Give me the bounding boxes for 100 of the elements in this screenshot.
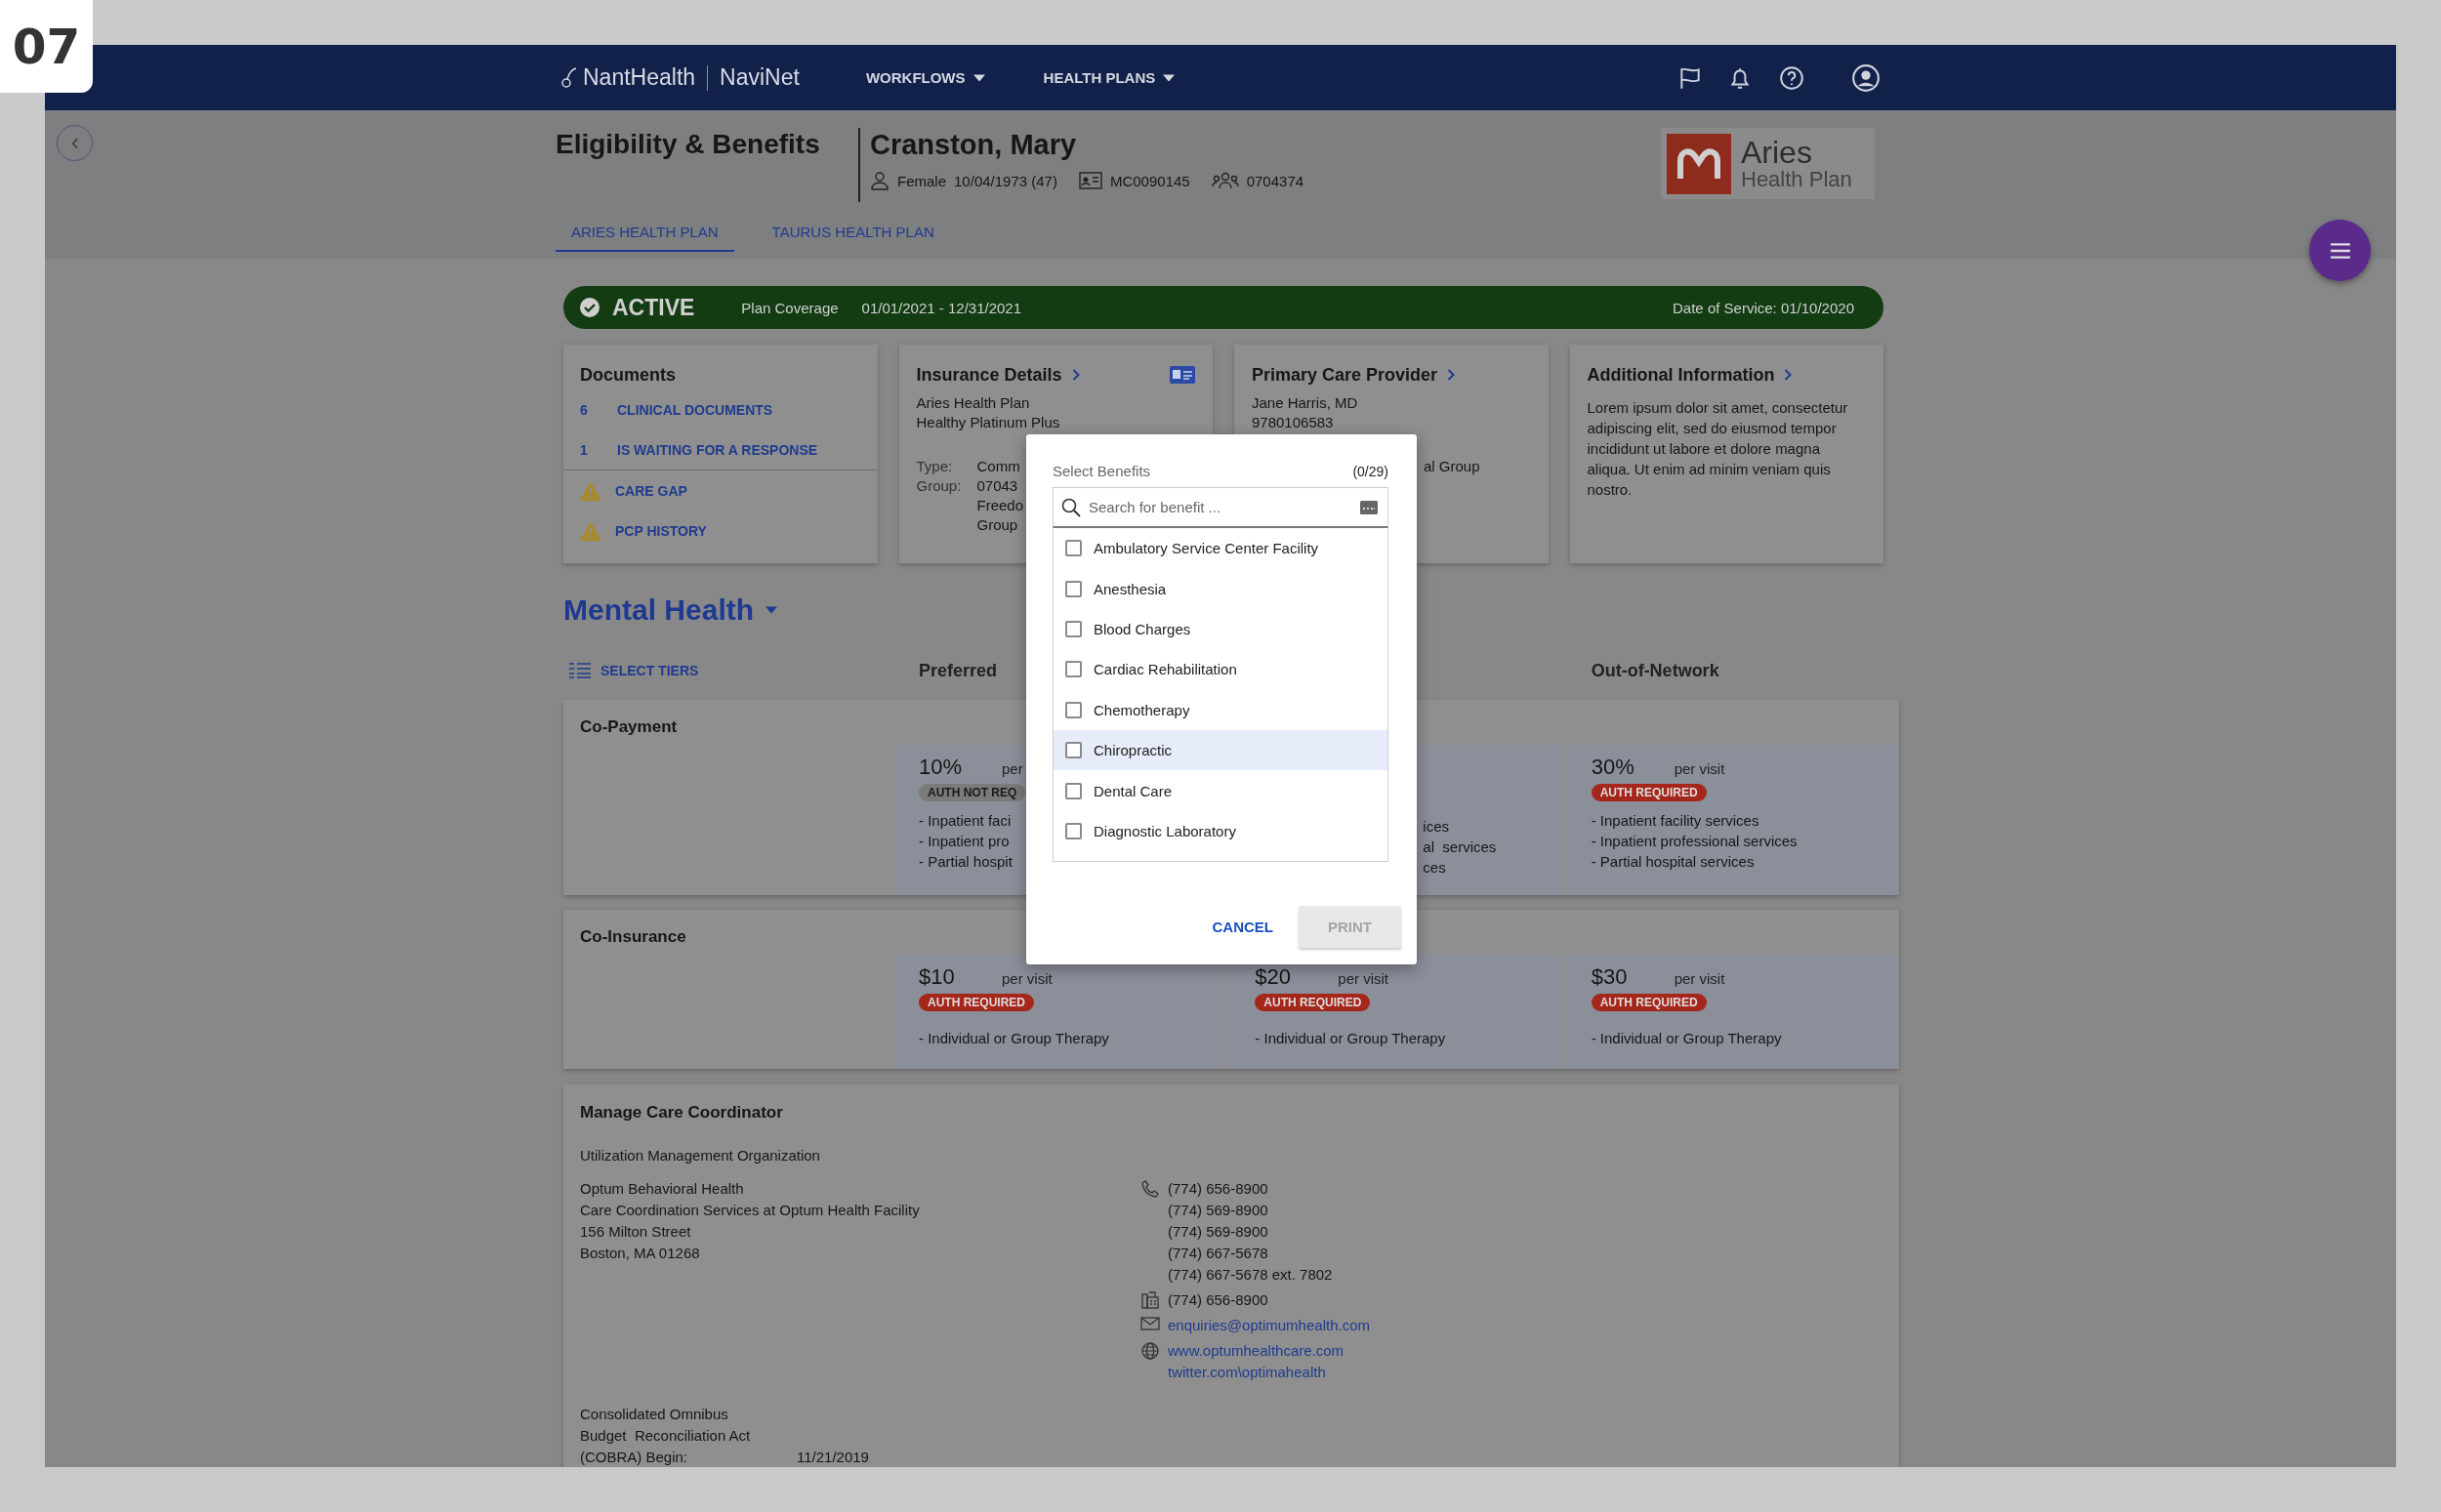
provider-detail: al Group (1424, 457, 1481, 476)
benefit-option[interactable]: Ambulatory Service Center Facility (1054, 528, 1387, 569)
service-item: - Inpatient professional services (1591, 832, 1798, 851)
benefit-option[interactable]: Blood Charges (1054, 608, 1387, 650)
service-item: ces (1423, 858, 1446, 878)
search-field[interactable]: Search for benefit ... (1053, 487, 1388, 528)
brand-name: NantHealth (583, 64, 696, 91)
id-card-icon[interactable] (1170, 366, 1195, 384)
slide-number: 07 (0, 0, 93, 93)
user-icon[interactable] (1852, 63, 1880, 92)
search-input[interactable]: Search for benefit ... (1087, 498, 1354, 516)
checkbox[interactable] (1065, 701, 1082, 718)
group-icon (1211, 172, 1239, 189)
benefit-amount: $30 (1591, 964, 1629, 990)
checkbox[interactable] (1065, 661, 1082, 678)
service-item: - Partial hospit (919, 852, 1013, 872)
keyboard-icon[interactable] (1360, 500, 1378, 514)
card-title[interactable]: Primary Care Provider (1252, 364, 1438, 386)
benefit-label: Co-Insurance (580, 927, 686, 946)
coverage-label: Plan Coverage (741, 299, 839, 316)
field-value: Freedo (976, 496, 1024, 515)
service-item: - Inpatient faci (919, 811, 1012, 831)
card-title: Manage Care Coordinator (580, 1102, 783, 1124)
list-icon (569, 663, 591, 678)
id-card-icon (1078, 172, 1102, 189)
address-line: Boston, MA 01268 (580, 1244, 701, 1263)
field-value: Group (976, 515, 1019, 535)
benefit-unit: per visit (1674, 970, 1725, 987)
document-link[interactable]: PCP HISTORY (615, 522, 707, 539)
person-icon (870, 171, 890, 190)
info-text: Lorem ipsum dolor sit amet, consectetur adipiscing elit, sed do eiusmod tempor incididunt ut labore et dolore magna aliqua. Ut enim ad minim veniam quis nostro. (1587, 398, 1849, 500)
provider-detail: 9780106583 (1252, 413, 1335, 432)
coverage-dates: 01/01/2021 - 12/31/2021 (861, 299, 1022, 316)
contact-number: (774) 667-5678 (1168, 1244, 1269, 1263)
plan-detail: Healthy Platinum Plus (916, 413, 1061, 432)
address-line: Optum Behavioral Health (580, 1179, 745, 1199)
check-circle-icon (579, 297, 600, 318)
checkbox[interactable] (1065, 620, 1082, 637)
section-title[interactable]: Mental Health (563, 593, 755, 627)
help-icon[interactable] (1779, 64, 1804, 91)
card-title[interactable]: Additional Information (1587, 364, 1775, 386)
patient-dob: 10/04/1973 (47) (954, 172, 1057, 189)
contact-number: (774) 569-8900 (1168, 1201, 1269, 1220)
card-title[interactable]: Insurance Details (916, 364, 1062, 386)
checkbox[interactable] (1065, 742, 1082, 759)
cobra-label: Budget Reconciliation Act (580, 1426, 752, 1446)
card-title: Documents (580, 364, 676, 386)
warning-icon (580, 480, 601, 501)
cobra-date: 11/21/2019 (797, 1448, 869, 1467)
org-label: Utilization Management Organization (580, 1146, 821, 1165)
auth-badge: AUTH REQUIRED (1591, 994, 1707, 1011)
checkbox[interactable] (1065, 822, 1082, 839)
service-item: - Individual or Group Therapy (1591, 1029, 1782, 1048)
nav-menu[interactable]: WORKFLOWS (865, 69, 985, 86)
service-item: - Individual or Group Therapy (1255, 1029, 1446, 1048)
benefit-amount: 30% (1591, 755, 1635, 780)
benefit-amount: 10% (919, 755, 964, 780)
plan-detail: Aries Health Plan (916, 393, 1031, 413)
contact-number: (774) 656-8900 (1168, 1179, 1269, 1199)
cobra-label: Consolidated Omnibus (580, 1405, 729, 1424)
date-of-service: Date of Service: 01/10/2020 (1673, 299, 1854, 316)
benefit-amount: $10 (919, 964, 956, 990)
auth-badge: AUTH REQUIRED (919, 994, 1034, 1011)
benefit-option[interactable]: Cardiac Rehabilitation (1054, 649, 1387, 690)
auth-badge: AUTH REQUIRED (1591, 784, 1707, 801)
contact-number: (774) 667-5678 ext. 7802 (1168, 1265, 1333, 1285)
benefit-option[interactable]: Chemotherapy (1054, 689, 1387, 730)
address-line: Care Coordination Services at Optum Health Facility (580, 1201, 921, 1220)
cobra-label: (COBRA) Begin: (580, 1448, 689, 1467)
document-link[interactable]: CLINICAL DOCUMENTS (617, 401, 773, 418)
menu-icon (2329, 241, 2351, 260)
caret-icon (972, 73, 985, 82)
select-tiers-button[interactable]: SELECT TIERS (569, 663, 890, 678)
chevron-right-icon (1447, 369, 1456, 381)
checkbox[interactable] (1065, 540, 1082, 557)
benefit-option[interactable]: Diagnostic Laboratory (1054, 810, 1387, 852)
benefit-unit: per visit (1674, 760, 1725, 777)
plan-logo: Aries Health Plan (1661, 128, 1875, 199)
checkbox[interactable] (1065, 580, 1082, 597)
contact-link[interactable]: twitter.com\optimahealth (1168, 1364, 1326, 1380)
benefit-option[interactable]: Anesthesia (1054, 568, 1387, 609)
nav-menu[interactable]: HEALTH PLANS (1043, 69, 1176, 86)
page-title: Eligibility & Benefits (556, 128, 821, 161)
contact-link[interactable]: www.optumhealthcare.com (1168, 1342, 1345, 1359)
search-icon (1061, 497, 1081, 517)
provider-detail: Jane Harris, MD (1252, 393, 1359, 413)
checkbox[interactable] (1065, 782, 1082, 799)
benefit-option[interactable]: Dental Care (1054, 770, 1387, 811)
tier-header: Preferred (919, 660, 998, 680)
document-link[interactable]: IS WAITING FOR A RESPONSE (617, 441, 818, 458)
field-label: Type: (916, 457, 954, 476)
dialog-button[interactable]: CANCEL (1212, 919, 1273, 935)
chevron-right-icon (1784, 369, 1793, 381)
chevron-right-icon (1071, 369, 1080, 381)
benefit-option[interactable]: Chiropractic (1054, 729, 1387, 771)
contact-link[interactable]: enquiries@optimumhealth.com (1168, 1317, 1370, 1333)
caret-icon (1163, 73, 1176, 82)
dialog-title: Select Benefits (1053, 462, 1151, 481)
document-link[interactable]: CARE GAP (615, 482, 687, 499)
benefit-unit: per (1002, 760, 1023, 777)
